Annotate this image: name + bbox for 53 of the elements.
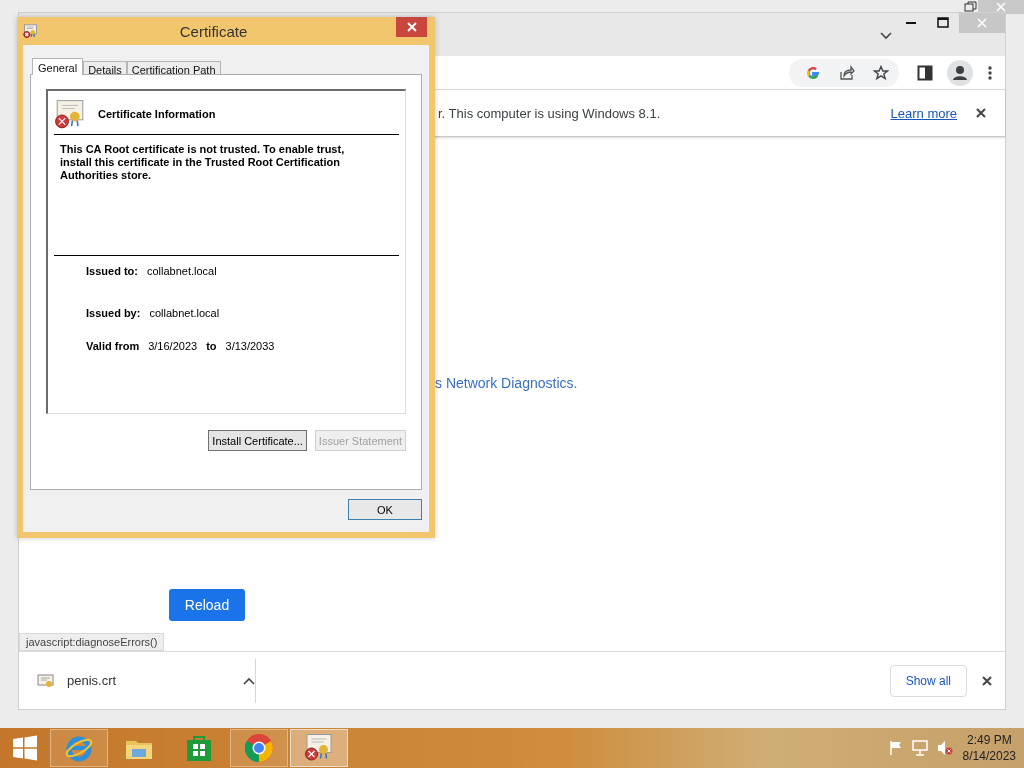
close-icon[interactable] — [975, 107, 987, 119]
field-label: Valid from — [86, 340, 140, 352]
field-value: 3/13/2033 — [225, 340, 275, 352]
speaker-muted-icon[interactable] — [936, 740, 953, 756]
tab[interactable]: Certification Path — [126, 61, 221, 74]
field-label: to — [206, 340, 217, 352]
show-all-button[interactable]: Show all — [889, 664, 967, 697]
clock-time: 2:49 PM — [966, 732, 1012, 748]
dialog-button[interactable]: Install Certificate... — [208, 430, 307, 451]
certificate-icon — [23, 24, 39, 38]
google-icon[interactable] — [805, 64, 821, 81]
field-value: collabnet.local — [149, 307, 220, 319]
share-icon[interactable] — [839, 64, 855, 81]
dialog-title: Certificate — [178, 22, 249, 40]
certificate-error-icon — [54, 99, 86, 129]
field-label: Issued to: — [86, 265, 138, 277]
address-bar[interactable] — [789, 58, 899, 87]
trust-message: This CA Root certificate is not trusted. To enable trust, install this certificate in the Trusted Root Certification Authorities store. — [54, 135, 399, 256]
maximize-icon — [937, 17, 949, 29]
close-button[interactable] — [396, 17, 427, 37]
close-icon[interactable] — [981, 674, 993, 687]
certificate-icon — [37, 672, 55, 689]
clock-date: 8/14/2023 — [962, 748, 1016, 764]
download-filename[interactable]: penis.crt — [67, 673, 231, 688]
taskbar-app[interactable] — [290, 729, 348, 767]
field-value: collabnet.local — [146, 265, 217, 277]
star-icon[interactable] — [873, 64, 889, 81]
chevron-down-icon[interactable] — [879, 31, 893, 41]
close-icon — [405, 21, 418, 33]
clock[interactable]: 2:49 PM 8/14/2023 — [962, 732, 1016, 764]
info-heading: Certificate Information — [98, 108, 216, 120]
certificate-icon — [304, 733, 334, 763]
shopping-bag-icon — [184, 733, 214, 763]
close-icon — [976, 17, 988, 29]
diagnostics-link[interactable]: s Network Diagnostics. — [435, 375, 578, 391]
info-message: r. This computer is using Windows 8.1. — [438, 105, 662, 121]
caret-up-icon[interactable] — [243, 676, 255, 685]
minimize-icon — [906, 22, 916, 24]
learn-more-link[interactable]: Learn more — [890, 105, 957, 121]
tab[interactable]: Details — [83, 61, 127, 74]
field-label: Issued by: — [86, 307, 141, 319]
chrome-icon — [244, 733, 274, 763]
ok-button[interactable]: OK — [348, 499, 422, 520]
profile-avatar-icon[interactable] — [947, 59, 973, 86]
reload-button[interactable]: Reload — [169, 589, 245, 621]
windows-logo-icon — [12, 735, 38, 761]
restore-icon[interactable] — [964, 1, 978, 13]
side-panel-icon[interactable] — [917, 64, 933, 81]
status-url: javascript:diagnoseErrors() — [19, 633, 165, 651]
taskbar-app[interactable] — [230, 729, 288, 767]
menu-icon[interactable] — [987, 64, 993, 81]
field-value: 3/16/2023 — [148, 340, 198, 352]
tab[interactable]: General — [32, 58, 84, 75]
